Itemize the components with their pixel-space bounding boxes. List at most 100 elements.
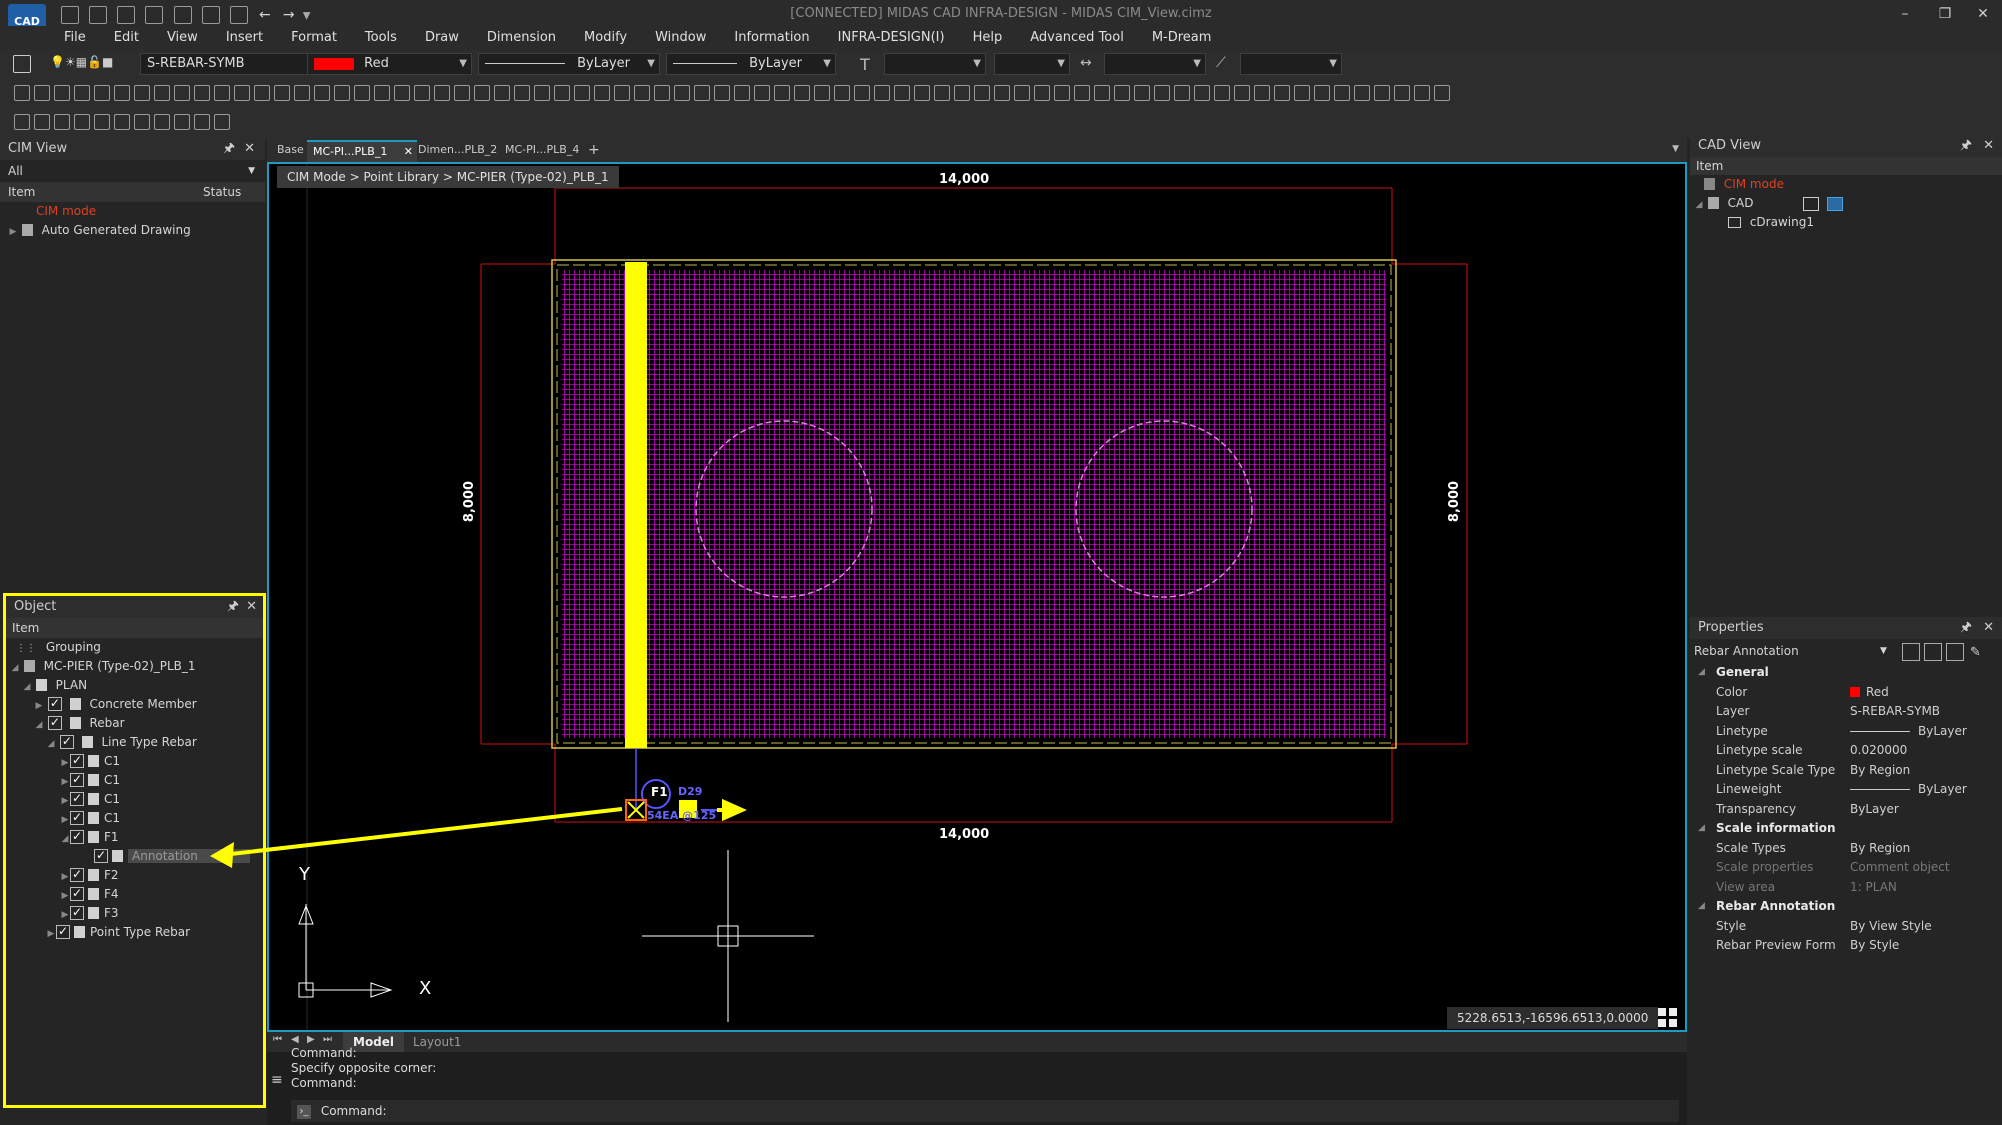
- draw-tool-icon[interactable]: [674, 85, 690, 101]
- draw-tool-icon[interactable]: [1414, 85, 1430, 101]
- draw-tool-icon[interactable]: [774, 85, 790, 101]
- collapse-icon[interactable]: ◢: [46, 735, 56, 754]
- draw-tool-icon[interactable]: [1294, 85, 1310, 101]
- draw-tool-icon[interactable]: [1014, 85, 1030, 101]
- expand-icon[interactable]: ▶: [8, 223, 18, 242]
- close-icon[interactable]: ✕: [1983, 135, 1994, 157]
- visibility-checkbox[interactable]: [70, 827, 84, 846]
- text-style-dropdown[interactable]: ▼: [884, 53, 986, 75]
- layout-icon[interactable]: [1803, 196, 1820, 211]
- lineweight-dropdown[interactable]: ByLayer ▼: [666, 53, 836, 75]
- prop-row-linetype-scale-type[interactable]: Linetype Scale Type By Region: [1690, 761, 2002, 781]
- modify-tool-icon[interactable]: [174, 114, 190, 130]
- draw-tool-icon[interactable]: [874, 85, 890, 101]
- viewport-layout-icon[interactable]: [1658, 1008, 1678, 1028]
- tree-item-line-type-rebar[interactable]: ◢ Line Type Rebar: [6, 732, 263, 754]
- draw-tool-icon[interactable]: [1094, 85, 1110, 101]
- draw-tool-icon[interactable]: [374, 85, 390, 101]
- draw-tool-icon[interactable]: [834, 85, 850, 101]
- draw-tool-icon[interactable]: [214, 85, 230, 101]
- tree-item-grouping[interactable]: ⋮⋮ Grouping: [6, 638, 263, 657]
- select-objects-icon[interactable]: [1946, 643, 1964, 661]
- draw-tool-icon[interactable]: [14, 85, 30, 101]
- text-height-dropdown[interactable]: ▼: [994, 53, 1070, 75]
- draw-tool-icon[interactable]: [234, 85, 250, 101]
- visibility-checkbox[interactable]: [47, 713, 62, 732]
- color-dropdown[interactable]: Red ▼: [307, 53, 472, 75]
- draw-tool-icon[interactable]: [394, 85, 410, 101]
- section-scale[interactable]: ◢ Scale information: [1690, 819, 2002, 839]
- dim-style-dropdown[interactable]: ▼: [1104, 53, 1206, 75]
- tree-item-c1[interactable]: ▶C1: [6, 789, 263, 809]
- menu-tools[interactable]: Tools: [351, 28, 411, 50]
- model-icon[interactable]: [1827, 196, 1844, 211]
- visibility-checkbox[interactable]: [47, 694, 62, 713]
- modify-tool-icon[interactable]: [114, 114, 130, 130]
- tree-item-c1[interactable]: ▶C1: [6, 808, 263, 828]
- toggle-pickadd-icon[interactable]: [1924, 643, 1942, 661]
- tab-mc-pier-plb-1[interactable]: MC-PI...PLB_1 ✕: [307, 140, 417, 162]
- prop-row-linetype[interactable]: Linetype ByLayer: [1690, 722, 2002, 742]
- draw-tool-icon[interactable]: [954, 85, 970, 101]
- close-icon[interactable]: ✕: [246, 596, 257, 618]
- close-icon[interactable]: ✕: [244, 138, 255, 160]
- draw-tool-icon[interactable]: [134, 85, 150, 101]
- tree-item-f2[interactable]: ▶F2: [6, 865, 263, 885]
- modify-tool-icon[interactable]: [14, 114, 30, 130]
- draw-tool-icon[interactable]: [434, 85, 450, 101]
- draw-tool-icon[interactable]: [34, 85, 50, 101]
- tab-mc-pier-plb-4[interactable]: MC-PI...PLB_4: [499, 140, 585, 160]
- draw-tool-icon[interactable]: [694, 85, 710, 101]
- menu-help[interactable]: Help: [959, 28, 1017, 50]
- draw-tool-icon[interactable]: [634, 85, 650, 101]
- draw-tool-icon[interactable]: [54, 85, 70, 101]
- draw-tool-icon[interactable]: [1234, 85, 1250, 101]
- modify-tool-icon[interactable]: [134, 114, 150, 130]
- draw-tool-icon[interactable]: [94, 85, 110, 101]
- draw-tool-icon[interactable]: [994, 85, 1010, 101]
- tree-item-concrete-member[interactable]: ▶ Concrete Member: [6, 694, 263, 714]
- draw-tool-icon[interactable]: [274, 85, 290, 101]
- draw-tool-icon[interactable]: [194, 85, 210, 101]
- multileader-style-dropdown[interactable]: ▼: [1240, 53, 1342, 75]
- draw-tool-icon[interactable]: [1034, 85, 1050, 101]
- visibility-checkbox[interactable]: [94, 846, 108, 865]
- draw-tool-icon[interactable]: [1254, 85, 1270, 101]
- multileader-style-icon[interactable]: ⟋: [1216, 55, 1226, 71]
- draw-tool-icon[interactable]: [354, 85, 370, 101]
- draw-tool-icon[interactable]: [814, 85, 830, 101]
- layer-state-icons[interactable]: 💡☀▦🔓■: [50, 55, 113, 69]
- modify-tool-icon[interactable]: [34, 114, 50, 130]
- draw-tool-icon[interactable]: [1314, 85, 1330, 101]
- layer-manager-icon[interactable]: [10, 55, 34, 73]
- menu-format[interactable]: Format: [277, 28, 351, 50]
- draw-tool-icon[interactable]: [934, 85, 950, 101]
- draw-tool-icon[interactable]: [1114, 85, 1130, 101]
- draw-tool-icon[interactable]: [474, 85, 490, 101]
- draw-tool-icon[interactable]: [1194, 85, 1210, 101]
- draw-tool-icon[interactable]: [1374, 85, 1390, 101]
- collapse-icon[interactable]: ◢: [60, 830, 70, 849]
- command-input[interactable]: ›_ Command:: [291, 1100, 1679, 1122]
- visibility-checkbox[interactable]: [70, 808, 84, 827]
- pick-icon[interactable]: ✎: [1970, 641, 1981, 665]
- layer-dropdown[interactable]: S-REBAR-SYMB ▼: [140, 53, 330, 75]
- tree-item-f1[interactable]: ◢ F1: [6, 827, 263, 849]
- tree-item-f4[interactable]: ▶F4: [6, 884, 263, 904]
- draw-tool-icon[interactable]: [494, 85, 510, 101]
- draw-tool-icon[interactable]: [594, 85, 610, 101]
- collapse-icon[interactable]: ◢: [1698, 897, 1705, 917]
- section-general[interactable]: ◢ General: [1690, 663, 2002, 683]
- dim-style-icon[interactable]: ↔: [1080, 55, 1092, 71]
- draw-tool-icon[interactable]: [974, 85, 990, 101]
- tree-item-cdrawing1[interactable]: cDrawing1: [1690, 213, 2002, 232]
- tree-item-plan[interactable]: ◢ PLAN: [6, 676, 263, 695]
- prop-row-layer[interactable]: Layer S-REBAR-SYMB: [1690, 702, 2002, 722]
- draw-tool-icon[interactable]: [574, 85, 590, 101]
- prop-row-rebar-preview-form[interactable]: Rebar Preview Form By Style: [1690, 936, 2002, 956]
- first-layout-icon[interactable]: ⏮: [273, 1034, 282, 1045]
- menu-view[interactable]: View: [153, 28, 212, 50]
- prop-row-color[interactable]: Color Red: [1690, 683, 2002, 703]
- menu-icon[interactable]: ≡: [271, 1072, 283, 1088]
- tree-item-auto-drawing[interactable]: ▶ Auto Generated Drawing: [0, 221, 265, 240]
